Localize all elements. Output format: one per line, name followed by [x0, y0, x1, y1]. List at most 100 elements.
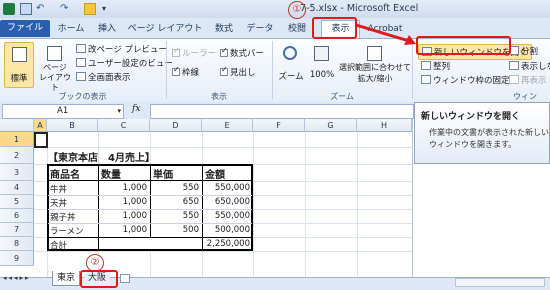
insert-function-icon[interactable]: fx [132, 104, 140, 114]
formula-input[interactable] [150, 104, 414, 119]
zoom-100-button[interactable]: 100% [307, 42, 337, 88]
row-header[interactable]: 6 [0, 209, 34, 223]
tab-review[interactable]: 校閲 [282, 21, 312, 37]
excel-logo-icon[interactable] [3, 3, 15, 15]
full-screen-label: 全画面表示 [88, 73, 131, 83]
quick-access-dropdown-icon[interactable]: ▾ [102, 3, 114, 15]
column-header-h[interactable]: H [357, 119, 412, 132]
row-header[interactable]: 3 [0, 164, 34, 181]
table-cell: 650,000 [214, 197, 250, 207]
table-cell: 親子丼 [50, 213, 76, 223]
table-row-line [48, 223, 252, 224]
page-break-label: 改ページ プレビュー [88, 45, 168, 55]
tab-home[interactable]: ホーム [53, 21, 89, 37]
column-header-a[interactable]: A [34, 119, 47, 132]
hide-button[interactable]: 表示しな [509, 60, 550, 72]
normal-view-button[interactable]: 標準 [4, 42, 34, 88]
select-all-corner[interactable] [0, 119, 34, 132]
row-header[interactable]: 1 [0, 132, 34, 147]
save-icon[interactable] [20, 3, 32, 15]
table-total-value: 2,250,000 [206, 239, 250, 249]
freeze-panes-button[interactable]: ウィンドウ枠の固定 ▾ [421, 74, 515, 86]
ribbon-separator [412, 41, 413, 99]
undo-icon[interactable]: ↶ [36, 3, 48, 15]
arrange-all-button[interactable]: 整列 [421, 60, 450, 72]
zoom-selection-label-2: 拡大/縮小 [357, 74, 393, 83]
zoom-label: ズーム [278, 72, 304, 82]
magnifier-icon [283, 46, 297, 60]
gridline [253, 132, 254, 277]
arrange-label: 整列 [433, 62, 451, 72]
table-cell: 1,000 [122, 183, 147, 193]
table-rule [47, 237, 253, 238]
headings-checkbox[interactable]: 見出し [220, 65, 256, 78]
formula-bar-label: 数式バー [230, 49, 265, 59]
table-header-product: 商品名 [50, 170, 80, 181]
zoom-button[interactable]: ズーム [277, 42, 305, 88]
table-rule [202, 164, 203, 251]
row-header[interactable]: 8 [0, 237, 34, 251]
callout-number-1: ① [288, 1, 306, 19]
column-header-e[interactable]: E [202, 119, 253, 132]
name-box-dropdown-icon[interactable]: ▾ [117, 105, 121, 118]
open-icon[interactable] [84, 3, 96, 15]
column-header-b[interactable]: B [47, 119, 98, 132]
column-header-f[interactable]: F [253, 119, 305, 132]
table-cell: 550,000 [214, 211, 250, 221]
highlight-osaka-tab [80, 270, 118, 288]
worksheet-grid: A B C D E F G H 1 2 3 4 5 6 7 8 9 【東京本店 … [0, 119, 412, 277]
row-header[interactable]: 9 [0, 251, 34, 266]
formula-bar-checkbox[interactable]: 数式バー [220, 46, 265, 59]
sheet-tab-tokyo[interactable]: 東京 [52, 271, 81, 286]
split-button[interactable]: 分割 [509, 45, 538, 57]
row-header[interactable]: 5 [0, 195, 34, 209]
sheet-nav-arrows-icon[interactable]: ◂◂◂▸▸ [3, 274, 31, 282]
full-screen-button[interactable]: 全画面表示 [76, 71, 131, 83]
freeze-panes-label: ウィンドウ枠の固定 [433, 76, 510, 86]
ruler-checkbox[interactable]: ルーラー [172, 46, 216, 59]
horizontal-scrollbar[interactable] [455, 278, 545, 287]
table-cell: 500 [182, 225, 199, 235]
tooltip-body-line-2: ウィンドウを開きます。 [429, 140, 517, 149]
table-header-quantity: 数量 [101, 170, 121, 181]
column-header-d[interactable]: D [150, 119, 202, 132]
custom-views-icon [76, 58, 86, 67]
tab-file[interactable]: ファイル [0, 20, 50, 37]
tab-formulas[interactable]: 数式 [209, 21, 239, 37]
hide-icon [509, 61, 519, 70]
full-screen-icon [76, 72, 86, 81]
table-cell: 500,000 [214, 225, 250, 235]
arrange-icon [421, 61, 431, 70]
custom-views-button[interactable]: ユーザー設定のビュー [76, 57, 173, 69]
table-header-unit-price: 単価 [153, 170, 173, 181]
page-break-preview-button[interactable]: 改ページ プレビュー [76, 43, 167, 55]
group-label-show: 表示 [211, 92, 227, 101]
highlight-view-tab [312, 17, 357, 39]
zoom-selection-label-1: 選択範囲に合わせて [339, 63, 411, 72]
name-box[interactable]: A1 ▾ [2, 104, 124, 119]
table-cell: 1,000 [122, 211, 147, 221]
row-header[interactable]: 4 [0, 181, 34, 195]
unhide-button[interactable]: 再表示 [509, 74, 547, 86]
tab-insert[interactable]: 挿入 [92, 21, 122, 37]
sheet-title: 【東京本店 4月売上】 [48, 153, 155, 164]
table-cell: 1,000 [122, 197, 147, 207]
zoom-to-selection-button[interactable]: 選択範囲に合わせて 拡大/縮小 [339, 42, 411, 88]
row-header[interactable]: 2 [0, 147, 34, 164]
column-header-c[interactable]: C [98, 119, 150, 132]
tab-data[interactable]: データ [243, 21, 277, 37]
row-header[interactable]: 7 [0, 223, 34, 237]
active-cell-a1[interactable] [34, 132, 48, 148]
page-layout-view-button[interactable]: ページ レイアウト [38, 42, 72, 92]
gridlines-checkbox[interactable]: 枠線 [172, 65, 199, 78]
tooltip: 新しいウィンドウを開く 作業中の文書が表示された新しい ウィンドウを開きます。 [414, 102, 550, 164]
redo-icon[interactable]: ↷ [60, 3, 72, 15]
table-cell: 650 [182, 197, 199, 207]
table-rule [98, 164, 99, 251]
tab-page-layout[interactable]: ページ レイアウト [124, 21, 206, 37]
insert-sheet-icon[interactable] [120, 274, 130, 283]
tooltip-title: 新しいウィンドウを開く [421, 112, 521, 122]
column-header-g[interactable]: G [305, 119, 357, 132]
page-break-icon [76, 44, 86, 53]
group-label-workbook-views: ブックの表示 [58, 92, 107, 101]
